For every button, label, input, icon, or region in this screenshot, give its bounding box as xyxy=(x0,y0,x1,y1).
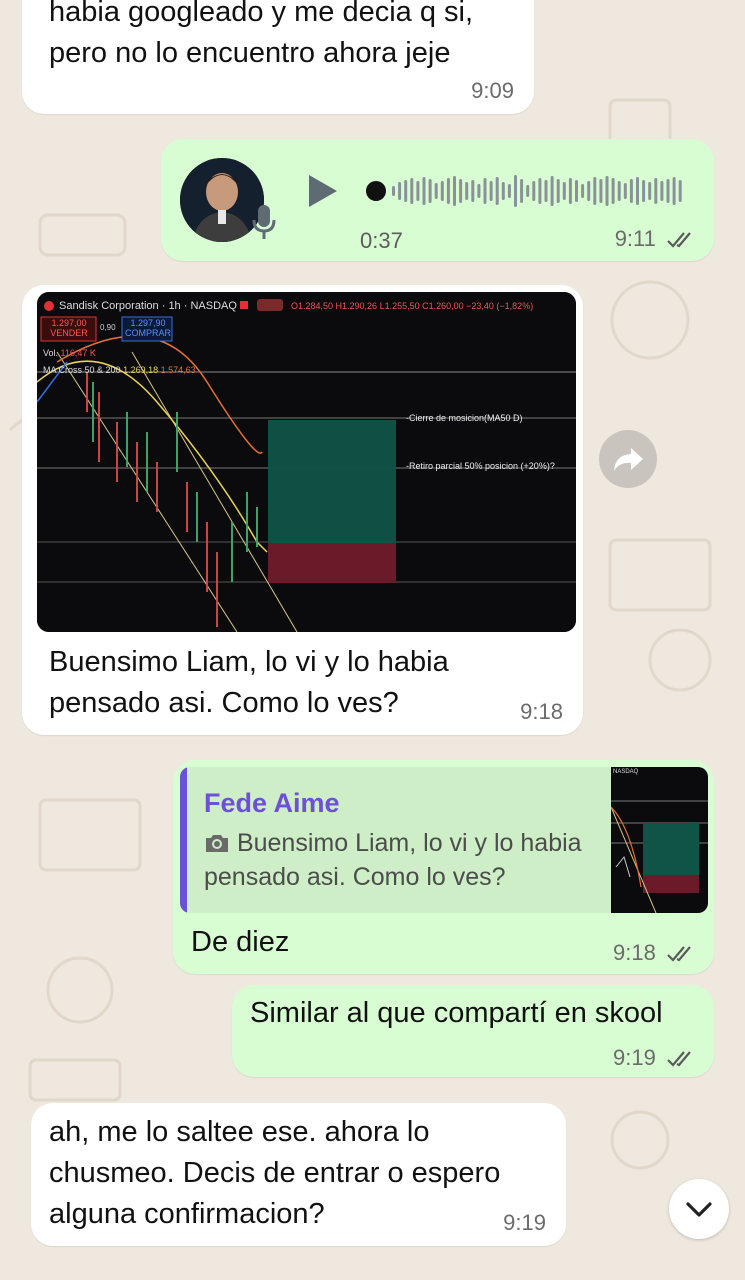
waveform-bar xyxy=(623,183,627,199)
waveform-bar xyxy=(642,180,646,202)
waveform-bar xyxy=(440,181,444,201)
message-text: ah, me lo saltee ese. ahora lo chusmeo. … xyxy=(49,1116,501,1230)
incoming-message: habia googleado y me decia q si, pero no… xyxy=(22,0,534,114)
camera-icon xyxy=(206,835,228,852)
waveform-bar xyxy=(605,176,609,206)
quote-thumbnail: NASDAQ xyxy=(610,767,708,913)
message-time: 9:09 xyxy=(471,78,514,103)
waveform-bar xyxy=(538,178,542,204)
waveform-bar xyxy=(453,176,456,206)
waveform-bar xyxy=(471,180,475,202)
quote-author: Fede Aime xyxy=(204,788,340,818)
waveform-bar xyxy=(465,182,469,200)
forward-icon xyxy=(614,448,643,471)
waveform-bar xyxy=(617,181,621,201)
voice-waveform[interactable] xyxy=(364,171,684,211)
sell-button[interactable]: 1.297,00 VENDER xyxy=(43,318,95,338)
waveform-bar xyxy=(556,179,560,203)
buy-button[interactable]: 1.297,90 COMPRAR xyxy=(123,318,173,338)
waveform-bar xyxy=(514,175,517,207)
waveform-bar xyxy=(532,181,536,201)
waveform-bar xyxy=(629,179,633,203)
chart-annotation: -Retiro parcial 50% posicion (+20%)? xyxy=(406,461,555,471)
waveform-bar xyxy=(428,179,432,203)
message-time: 9:18 xyxy=(520,699,563,724)
waveform-bar xyxy=(562,182,566,200)
quote-bar xyxy=(180,767,187,913)
chevron-down-icon xyxy=(686,1202,712,1217)
play-button[interactable] xyxy=(306,172,340,215)
waveform-bar xyxy=(477,184,481,198)
message-text: habia googleado y me decia q si, pero no… xyxy=(49,0,474,69)
waveform-bar xyxy=(550,176,554,206)
waveform-bar xyxy=(501,182,505,200)
waveform-bar xyxy=(648,182,652,200)
waveform-progress-dot xyxy=(366,181,386,201)
chart-annotation: -Cierre de mosicion(MA50 D) xyxy=(406,413,523,423)
read-ticks-icon xyxy=(667,1051,691,1067)
waveform-bar xyxy=(654,178,658,204)
waveform-bar xyxy=(666,179,670,203)
waveform-bar xyxy=(660,181,664,201)
waveform-bar xyxy=(398,182,402,200)
reply-message: Fede Aime Buensimo Liam, lo vi y lo habi… xyxy=(173,760,714,974)
volume-indicator: Vol. 116,47 K xyxy=(43,348,96,358)
waveform-bar xyxy=(587,181,591,201)
waveform-bar xyxy=(593,177,597,205)
waveform-bar xyxy=(507,184,511,198)
ma-indicator: MA Cross 50 & 200 1.269,18 1.574,63 xyxy=(43,365,196,375)
message-time: 9:19 xyxy=(613,1045,696,1071)
message-text: De diez xyxy=(191,926,290,958)
waveform-bar xyxy=(599,179,603,203)
waveform-bar xyxy=(575,180,578,202)
waveform-bar xyxy=(636,177,639,205)
waveform-bar xyxy=(483,178,487,204)
waveform-bar xyxy=(416,181,420,201)
message-time: 9:19 xyxy=(503,1210,546,1235)
scroll-to-bottom-button[interactable] xyxy=(669,1179,729,1239)
waveform-bar xyxy=(404,180,408,202)
voice-message: 0:37 9:11 xyxy=(161,139,714,261)
waveform-bar xyxy=(459,179,463,203)
waveform-bar xyxy=(611,178,615,204)
image-message: Sandisk Corporation · 1h · NASDAQ O1.284… xyxy=(22,285,583,735)
quoted-message[interactable]: Fede Aime Buensimo Liam, lo vi y lo habi… xyxy=(180,767,708,913)
incoming-message: ah, me lo saltee ese. ahora lo chusmeo. … xyxy=(31,1103,566,1246)
waveform-bar xyxy=(568,178,572,204)
waveform-bar xyxy=(520,179,524,203)
spread-value: 0,90 xyxy=(100,323,116,332)
waveform-bar xyxy=(392,186,395,196)
waveform-bar xyxy=(526,185,530,197)
message-time: 9:18 xyxy=(613,940,696,966)
message-text: Buensimo Liam, lo vi y lo habia pensado … xyxy=(49,646,449,719)
microphone-icon xyxy=(251,203,277,246)
waveform-bar xyxy=(581,184,585,198)
outgoing-message: Similar al que compartí en skool 9:19 xyxy=(232,985,714,1077)
chart-symbol: Sandisk Corporation · 1h · NASDAQ xyxy=(59,300,237,312)
read-ticks-icon xyxy=(667,946,691,962)
waveform-bar xyxy=(678,180,682,202)
chart-image[interactable]: Sandisk Corporation · 1h · NASDAQ O1.284… xyxy=(37,292,576,632)
voice-duration: 0:37 xyxy=(360,228,403,253)
waveform-bar xyxy=(544,180,548,202)
waveform-bar xyxy=(495,177,499,205)
play-icon xyxy=(309,175,337,207)
waveform-bar xyxy=(672,177,676,205)
message-text: Similar al que compartí en skool xyxy=(250,997,663,1029)
chart-ohlc: O1.284,50 H1.290,26 L1.255,50 C1.260,00 … xyxy=(291,301,534,311)
read-ticks-icon xyxy=(667,232,691,248)
message-time: 9:11 xyxy=(615,226,696,252)
waveform-bar xyxy=(434,183,438,199)
waveform-bar xyxy=(446,178,450,204)
forward-button[interactable] xyxy=(599,430,657,488)
waveform-bar xyxy=(489,181,493,201)
waveform-bar xyxy=(410,178,414,204)
waveform-bar xyxy=(422,177,426,205)
quote-text: Buensimo Liam, lo vi y lo habia pensado … xyxy=(204,829,582,891)
